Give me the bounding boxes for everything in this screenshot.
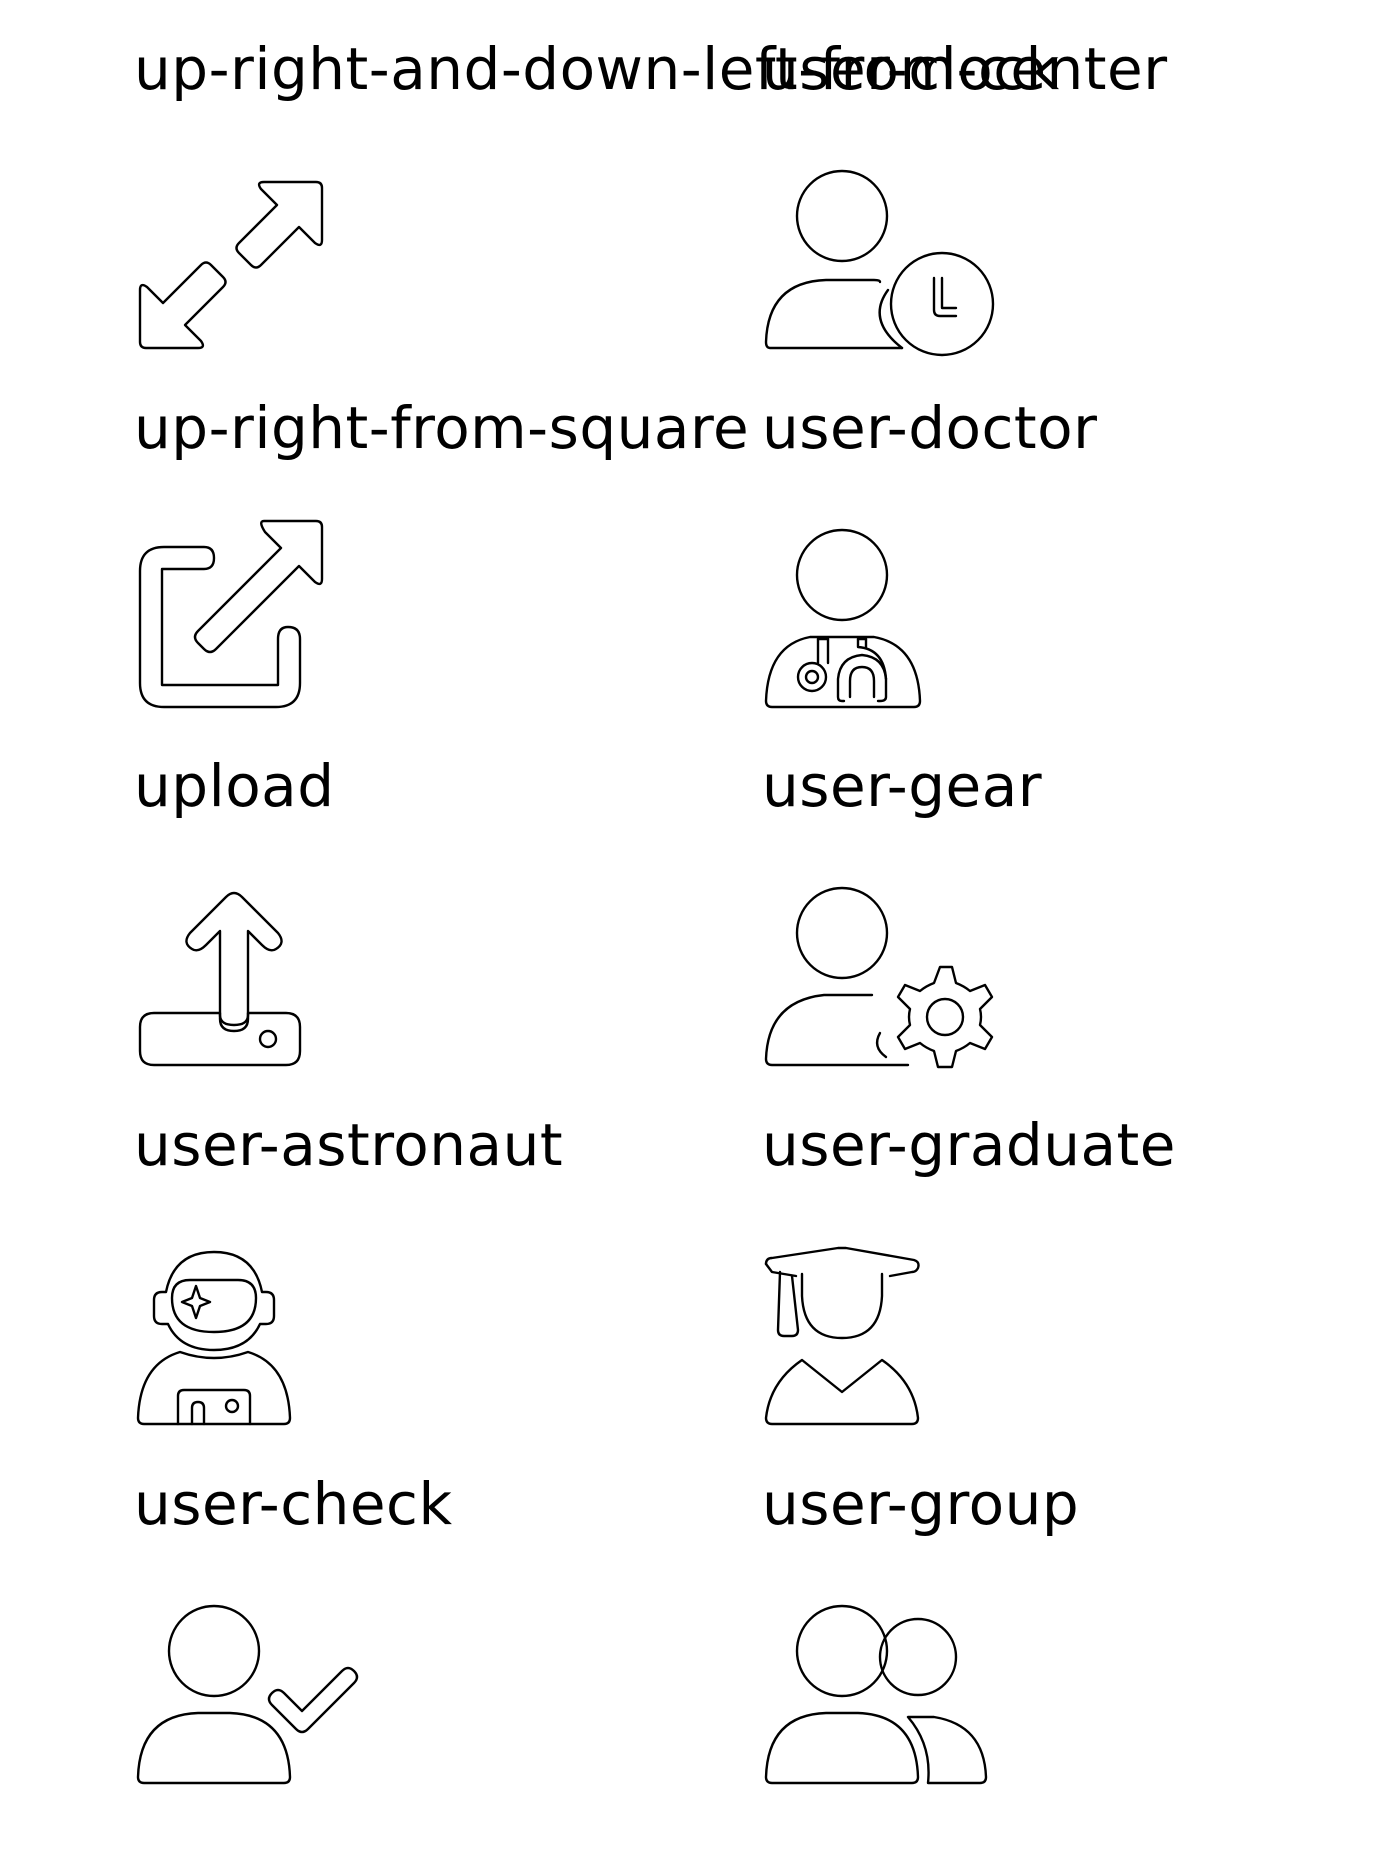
icon-label: user-check xyxy=(134,1470,453,1538)
icon-label: upload xyxy=(134,752,335,820)
icon-label: user-graduate xyxy=(762,1111,1176,1179)
user-gear-icon xyxy=(762,886,1002,1127)
user-check-icon xyxy=(134,1604,374,1845)
icon-label: user-clock xyxy=(762,35,1060,103)
icon-label: user-astronaut xyxy=(134,1111,564,1179)
user-group-icon xyxy=(762,1604,1002,1845)
user-doctor-icon xyxy=(762,528,1002,769)
icon-label: user-doctor xyxy=(762,394,1098,462)
icon-label: user-gear xyxy=(762,752,1043,820)
user-clock-icon xyxy=(762,169,1002,410)
up-right-and-down-left-from-center-icon xyxy=(134,170,374,410)
up-right-from-square-icon xyxy=(134,519,374,769)
icon-label: up-right-from-square xyxy=(134,394,750,462)
upload-icon xyxy=(134,887,374,1127)
user-graduate-icon xyxy=(762,1246,1002,1486)
user-astronaut-icon xyxy=(134,1246,374,1486)
icon-label: user-group xyxy=(762,1470,1080,1538)
